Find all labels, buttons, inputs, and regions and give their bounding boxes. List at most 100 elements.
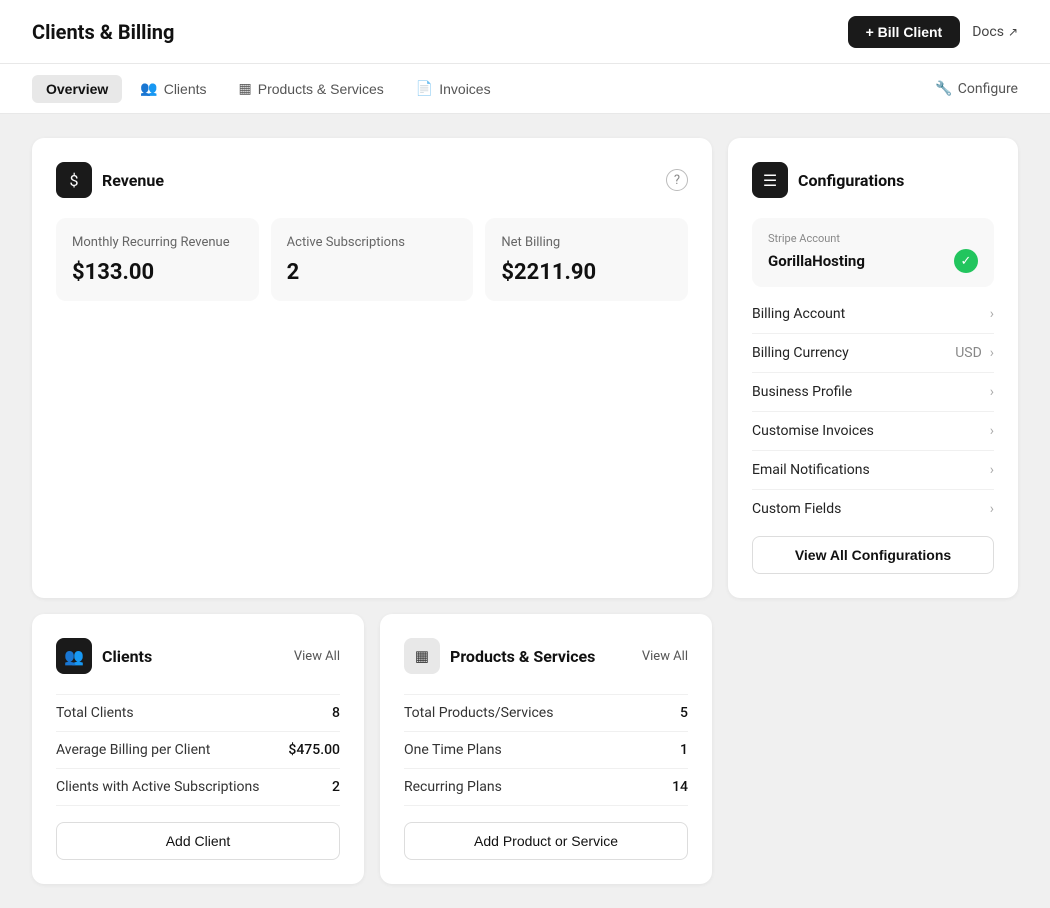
stat-active-subs: Clients with Active Subscriptions 2: [56, 769, 340, 806]
tab-invoices-label: Invoices: [439, 81, 490, 97]
add-product-button[interactable]: Add Product or Service: [404, 822, 688, 860]
clients-icon: 👥: [140, 80, 157, 97]
products-view-all-label: View All: [642, 649, 688, 664]
chevron-right-icon-2: ›: [990, 345, 994, 361]
top-bar: Clients & Billing + Bill Client Docs ↗: [0, 0, 1050, 64]
top-bar-actions: + Bill Client Docs ↗: [848, 16, 1018, 48]
products-header-left: ▦ Products & Services: [404, 638, 595, 674]
docs-label: Docs: [972, 24, 1004, 40]
config-business-profile-label: Business Profile: [752, 384, 852, 400]
config-billing-currency-label: Billing Currency: [752, 345, 849, 361]
external-link-icon: ↗: [1008, 25, 1018, 39]
metrics-row: Monthly Recurring Revenue $133.00 Active…: [56, 218, 688, 301]
stat-avg-billing-label: Average Billing per Client: [56, 742, 210, 758]
clients-card: 👥 Clients View All Total Clients 8 Avera…: [32, 614, 364, 884]
stripe-account-label: Stripe Account: [768, 232, 978, 245]
stat-avg-billing: Average Billing per Client $475.00: [56, 732, 340, 769]
tab-invoices[interactable]: 📄 Invoices: [402, 74, 505, 103]
bill-client-button[interactable]: + Bill Client: [848, 16, 961, 48]
config-customise-invoices[interactable]: Customise Invoices ›: [752, 412, 994, 451]
products-card: ▦ Products & Services View All Total Pro…: [380, 614, 712, 884]
products-card-icon: ▦: [404, 638, 440, 674]
tab-overview[interactable]: Overview: [32, 75, 122, 103]
stat-recurring-label: Recurring Plans: [404, 779, 502, 795]
stripe-account-box: Stripe Account GorillaHosting ✓: [752, 218, 994, 287]
chevron-right-icon-3: ›: [990, 384, 994, 400]
config-rows: Billing Account › Billing Currency USD ›…: [752, 295, 994, 528]
metric-mrr: Monthly Recurring Revenue $133.00: [56, 218, 259, 301]
verified-badge: ✓: [954, 249, 978, 273]
tab-overview-label: Overview: [46, 81, 108, 97]
wrench-icon: 🔧: [935, 81, 952, 97]
stat-total-products-label: Total Products/Services: [404, 705, 553, 721]
config-billing-account-label: Billing Account: [752, 306, 845, 322]
stat-total-clients-value: 8: [332, 705, 340, 721]
config-email-notifications[interactable]: Email Notifications ›: [752, 451, 994, 490]
add-client-button[interactable]: Add Client: [56, 822, 340, 860]
config-billing-currency-value: USD: [955, 345, 982, 361]
stat-one-time-label: One Time Plans: [404, 742, 502, 758]
config-customise-invoices-label: Customise Invoices: [752, 423, 874, 439]
stat-active-subs-label: Clients with Active Subscriptions: [56, 779, 259, 795]
config-billing-currency[interactable]: Billing Currency USD ›: [752, 334, 994, 373]
products-view-all-link[interactable]: View All: [642, 649, 688, 664]
revenue-header-left: $ Revenue: [56, 162, 164, 198]
nav-tabs: Overview 👥 Clients ▦ Products & Services…: [32, 74, 505, 103]
view-all-configurations-label: View All Configurations: [795, 547, 951, 563]
help-icon[interactable]: ?: [666, 169, 688, 191]
clients-header-left: 👥 Clients: [56, 638, 152, 674]
config-billing-account[interactable]: Billing Account ›: [752, 295, 994, 334]
configure-button[interactable]: 🔧 Configure: [935, 81, 1018, 97]
stripe-account-name: GorillaHosting: [768, 252, 865, 270]
config-email-notifications-label: Email Notifications: [752, 462, 870, 478]
config-custom-fields[interactable]: Custom Fields ›: [752, 490, 994, 528]
add-client-label: Add Client: [166, 833, 231, 849]
chevron-right-icon-5: ›: [990, 462, 994, 478]
row-bottom: 👥 Clients View All Total Clients 8 Avera…: [32, 614, 1018, 884]
products-title: Products & Services: [450, 647, 595, 666]
tab-clients[interactable]: 👥 Clients: [126, 74, 220, 103]
products-icon-symbol: ▦: [415, 647, 429, 665]
metric-net-billing-value: $2211.90: [501, 260, 672, 285]
clients-icon-symbol: 👥: [64, 647, 84, 666]
view-all-configurations-button[interactable]: View All Configurations: [752, 536, 994, 574]
metric-subscriptions: Active Subscriptions 2: [271, 218, 474, 301]
revenue-card-header: $ Revenue ?: [56, 162, 688, 198]
stat-one-time-value: 1: [680, 742, 688, 758]
config-title: Configurations: [798, 171, 904, 190]
configure-label: Configure: [958, 81, 1018, 97]
stat-recurring-value: 14: [672, 779, 688, 795]
add-product-label: Add Product or Service: [474, 833, 618, 849]
revenue-title: Revenue: [102, 171, 164, 190]
products-stats: Total Products/Services 5 One Time Plans…: [404, 694, 688, 806]
config-spacer: [728, 614, 1018, 884]
nav-bar: Overview 👥 Clients ▦ Products & Services…: [0, 64, 1050, 114]
page-title: Clients & Billing: [32, 20, 174, 44]
tab-clients-label: Clients: [164, 81, 207, 97]
clients-title: Clients: [102, 647, 152, 666]
config-custom-fields-label: Custom Fields: [752, 501, 841, 517]
dollar-icon: $: [70, 171, 79, 190]
clients-view-all-link[interactable]: View All: [294, 649, 340, 664]
tab-products-label: Products & Services: [258, 81, 384, 97]
metric-subscriptions-label: Active Subscriptions: [287, 234, 458, 252]
metric-mrr-label: Monthly Recurring Revenue: [72, 234, 243, 252]
config-business-profile[interactable]: Business Profile ›: [752, 373, 994, 412]
products-card-header: ▦ Products & Services View All: [404, 638, 688, 674]
revenue-icon: $: [56, 162, 92, 198]
config-icon: ☰: [752, 162, 788, 198]
config-header-left: ☰ Configurations: [752, 162, 904, 198]
list-icon: ☰: [763, 171, 777, 190]
tab-products[interactable]: ▦ Products & Services: [225, 74, 398, 103]
stat-total-products: Total Products/Services 5: [404, 694, 688, 732]
chevron-right-icon: ›: [990, 306, 994, 322]
chevron-right-icon-6: ›: [990, 501, 994, 517]
configurations-card: ☰ Configurations Stripe Account GorillaH…: [728, 138, 1018, 598]
stat-total-clients-label: Total Clients: [56, 705, 134, 721]
clients-card-icon: 👥: [56, 638, 92, 674]
clients-stats: Total Clients 8 Average Billing per Clie…: [56, 694, 340, 806]
metric-net-billing-label: Net Billing: [501, 234, 672, 252]
docs-link[interactable]: Docs ↗: [972, 24, 1018, 40]
clients-view-all-label: View All: [294, 649, 340, 664]
stat-active-subs-value: 2: [332, 779, 340, 795]
